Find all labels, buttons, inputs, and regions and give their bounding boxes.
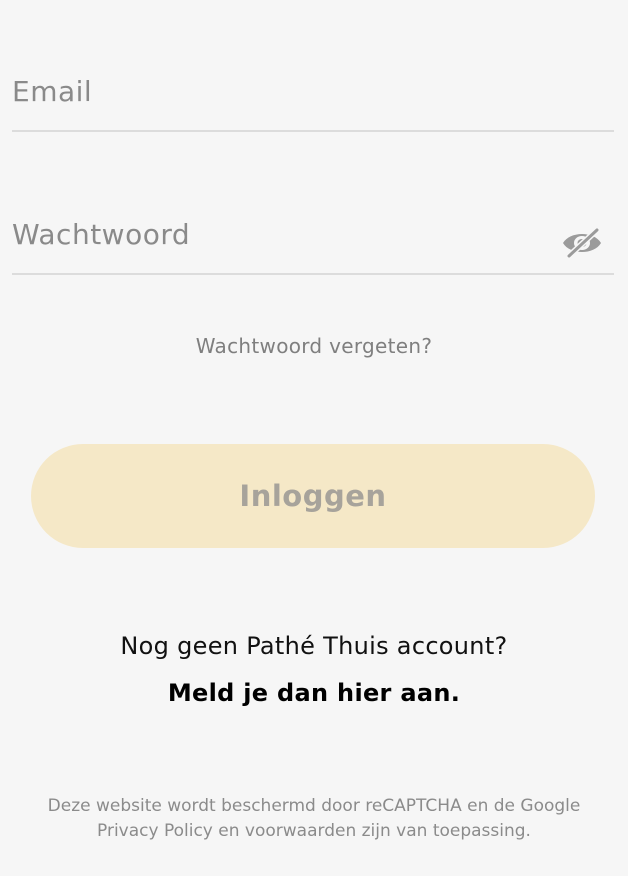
- password-field-container: [12, 205, 614, 275]
- recaptcha-notice-line-1: Deze website wordt beschermd door reCAPT…: [47, 796, 581, 816]
- email-field[interactable]: [12, 75, 552, 108]
- forgot-password-link[interactable]: Wachtwoord vergeten?: [0, 334, 628, 358]
- password-field[interactable]: [12, 218, 552, 251]
- email-field-container: [12, 62, 614, 132]
- recaptcha-notice-line-2: Privacy Policy en voorwaarden zijn van t…: [97, 821, 531, 841]
- login-page: Wachtwoord vergeten? Inloggen Nog geen P…: [0, 0, 628, 876]
- eye-slash-icon-graphic: [563, 227, 601, 259]
- signup-question: Nog geen Pathé Thuis account?: [120, 632, 508, 660]
- eye-slash-icon[interactable]: [560, 225, 604, 261]
- login-button[interactable]: Inloggen: [31, 444, 595, 548]
- signup-link[interactable]: Meld je dan hier aan.: [0, 679, 628, 707]
- recaptcha-notice: Deze website wordt beschermd door reCAPT…: [12, 794, 616, 844]
